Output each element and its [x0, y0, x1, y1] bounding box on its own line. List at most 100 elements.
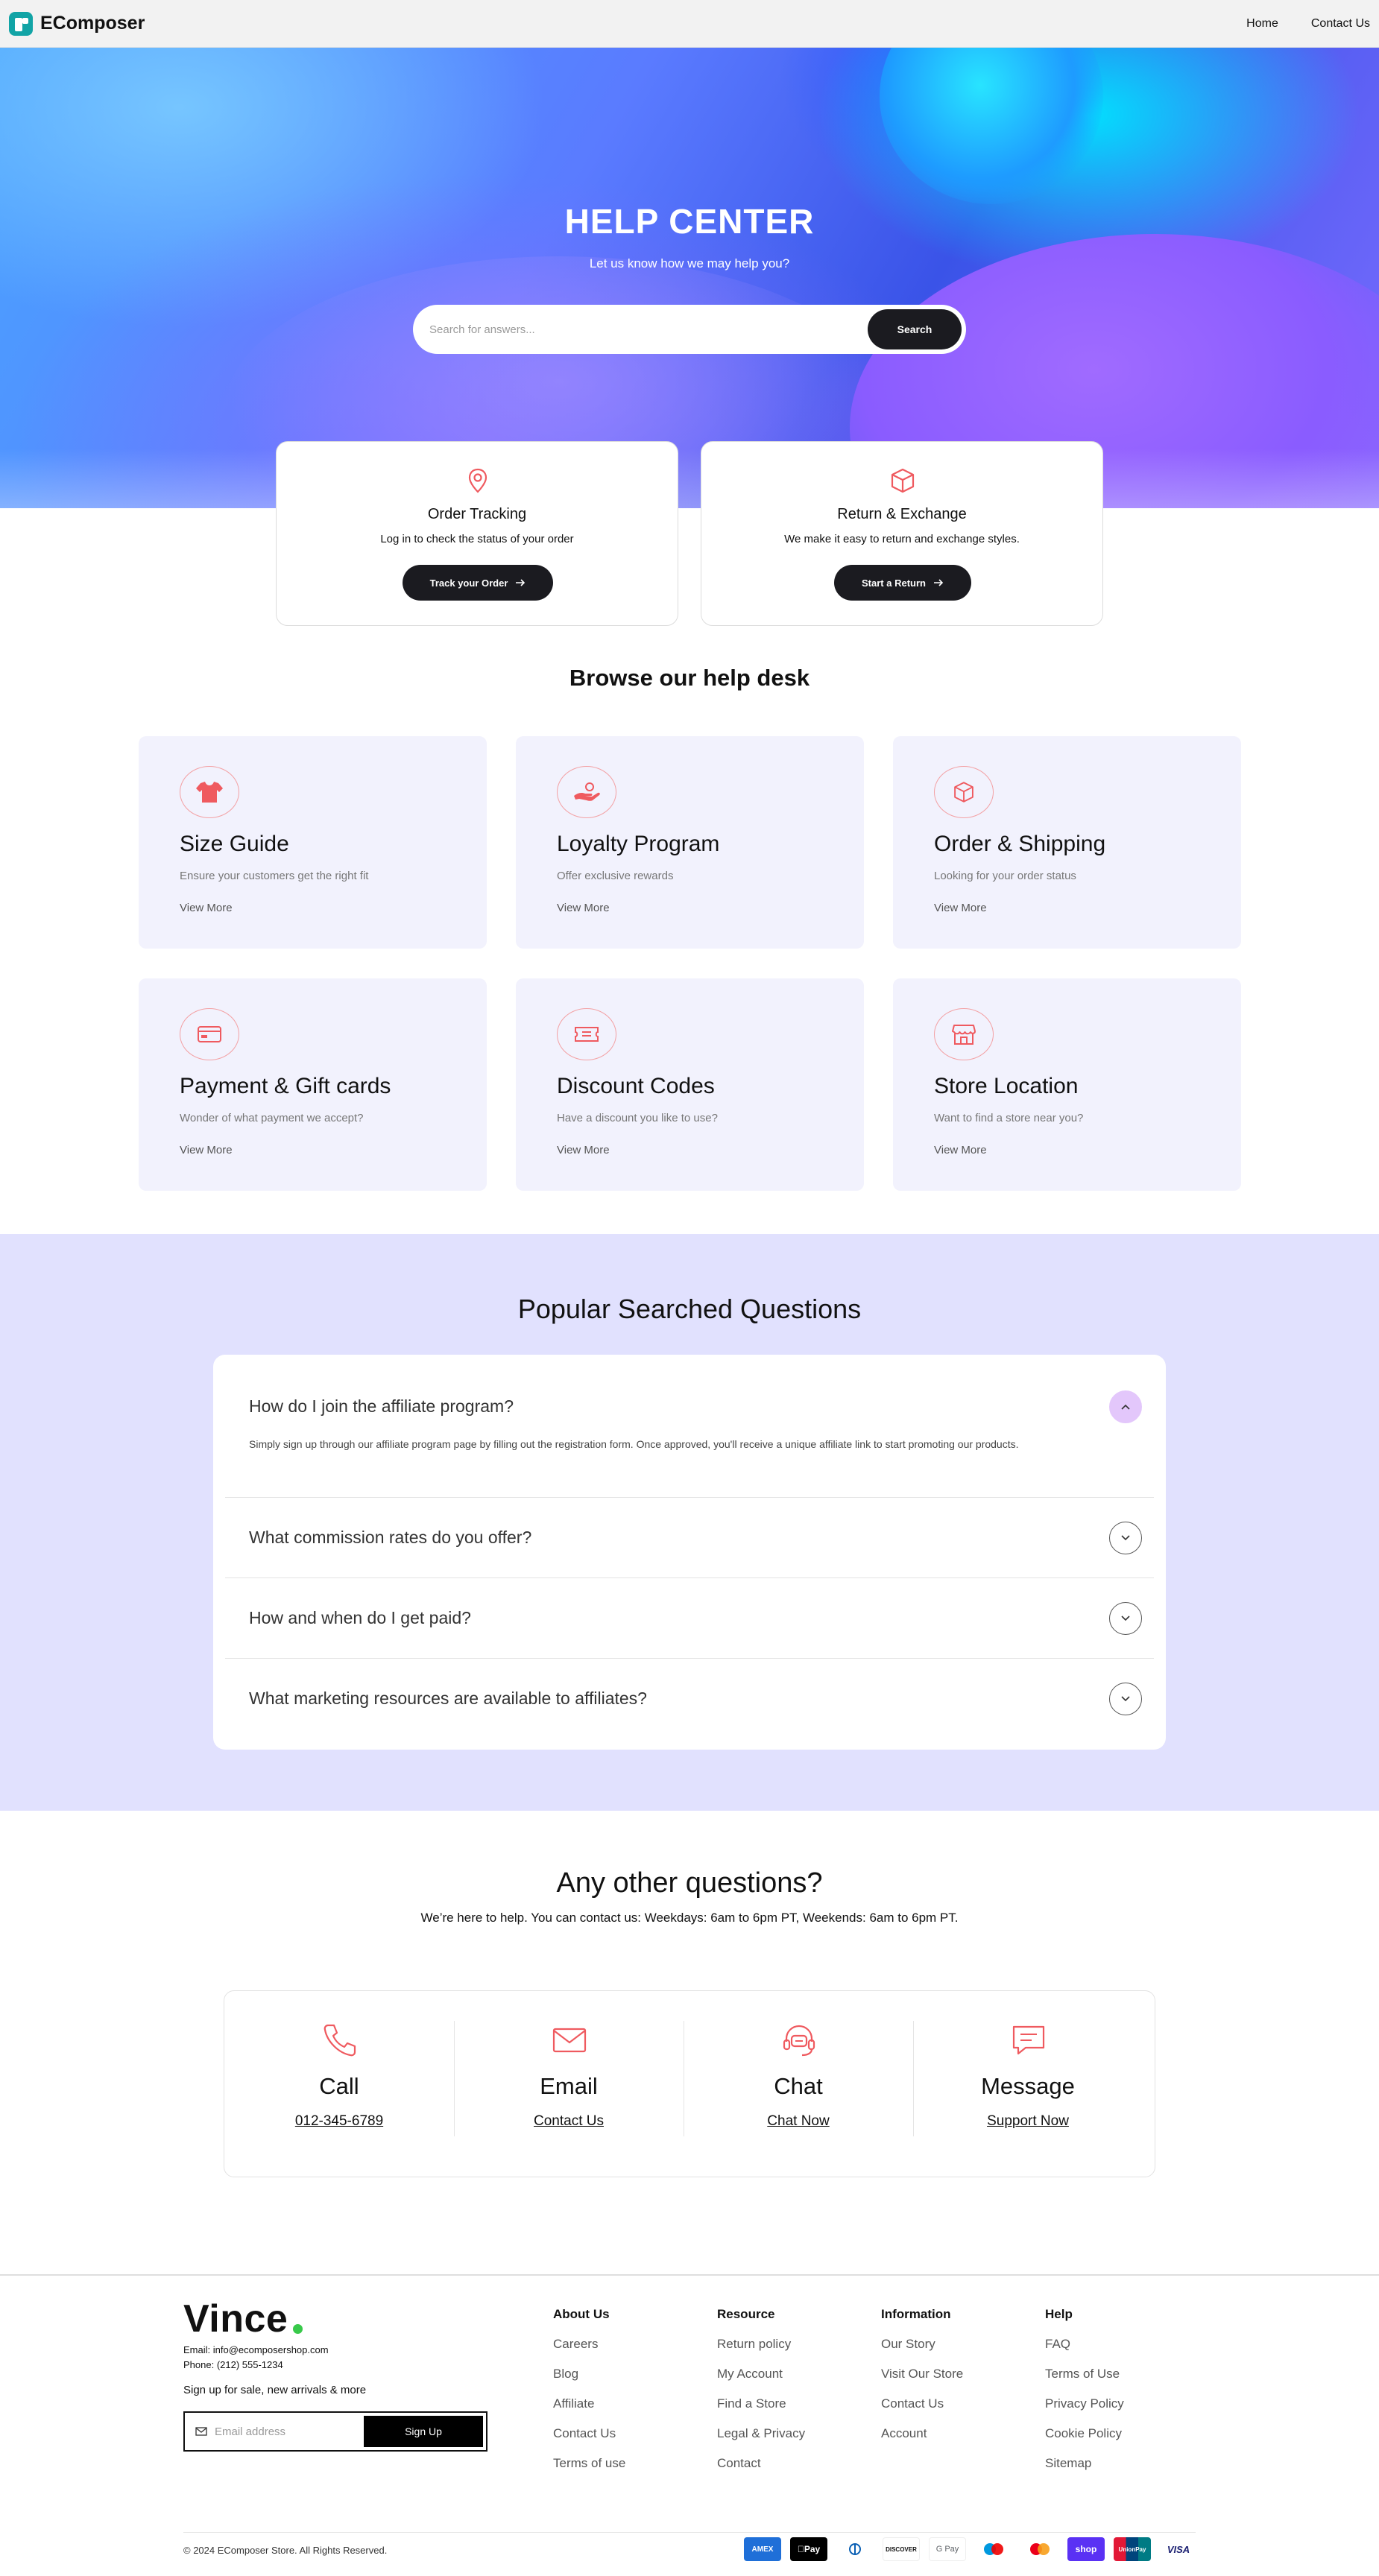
- faq-question[interactable]: What commission rates do you offer?: [249, 1528, 531, 1548]
- footer-link[interactable]: Privacy Policy: [1045, 2396, 1124, 2426]
- ticket-icon: [575, 1027, 599, 1042]
- footer-divider: [0, 2274, 1379, 2276]
- help-card-title: Store Location: [934, 1074, 1079, 1098]
- headset-icon: [783, 2025, 815, 2057]
- view-more-link[interactable]: View More: [180, 1144, 233, 1156]
- footer-link[interactable]: Terms of use: [553, 2456, 625, 2486]
- return-exchange-card: Return & Exchange We make it easy to ret…: [701, 441, 1103, 626]
- top-nav: Home Contact Us: [1246, 17, 1370, 31]
- visa-icon: VISA: [1160, 2537, 1197, 2561]
- return-exchange-title: Return & Exchange: [837, 506, 967, 522]
- faq-item[interactable]: How do I join the affiliate program? Sim…: [225, 1355, 1154, 1498]
- newsletter-email-input[interactable]: [215, 2425, 364, 2438]
- contact-message-title: Message: [981, 2073, 1075, 2099]
- footer-link[interactable]: Visit Our Store: [881, 2367, 963, 2396]
- footer-link[interactable]: Terms of Use: [1045, 2367, 1124, 2396]
- location-pin-icon: [468, 468, 487, 493]
- footer-link[interactable]: Cookie Policy: [1045, 2426, 1124, 2456]
- help-card-title: Size Guide: [180, 832, 289, 856]
- unionpay-icon: UnionPay: [1114, 2537, 1151, 2561]
- newsletter-form: Sign Up: [183, 2411, 487, 2452]
- footer-link[interactable]: Account: [881, 2426, 963, 2456]
- contact-title: Any other questions?: [556, 1867, 823, 1899]
- google-pay-icon: G Pay: [929, 2537, 966, 2561]
- footer-column-heading: Help: [1045, 2307, 1073, 2321]
- footer-link[interactable]: Contact: [717, 2456, 805, 2486]
- expand-toggle[interactable]: [1109, 1602, 1142, 1635]
- collapse-toggle[interactable]: [1109, 1390, 1142, 1423]
- footer-link[interactable]: Sitemap: [1045, 2456, 1124, 2486]
- footer-column-about: About Us Careers Blog Affiliate Contact …: [553, 2307, 625, 2486]
- expand-toggle[interactable]: [1109, 1683, 1142, 1715]
- hand-coin-icon: [574, 782, 600, 801]
- faq-question[interactable]: What marketing resources are available t…: [249, 1689, 647, 1709]
- footer-brand[interactable]: Vince: [183, 2297, 288, 2341]
- contact-options: Call 012-345-6789 Email Contact Us Chat …: [224, 1990, 1155, 2177]
- footer-link[interactable]: Contact Us: [553, 2426, 625, 2456]
- help-card-description: Want to find a store near you?: [934, 1112, 1084, 1124]
- browse-title: Browse our help desk: [569, 665, 810, 691]
- help-card-store-location[interactable]: Store Location Want to find a store near…: [893, 978, 1241, 1191]
- brand-name: EComposer: [40, 13, 145, 34]
- view-more-link[interactable]: View More: [557, 902, 610, 914]
- faq-item[interactable]: What commission rates do you offer?: [225, 1498, 1154, 1578]
- view-more-link[interactable]: View More: [934, 1144, 987, 1156]
- contact-chat-title: Chat: [774, 2073, 823, 2099]
- faq-question[interactable]: How and when do I get paid?: [249, 1608, 471, 1628]
- help-card-payment-gift-cards[interactable]: Payment & Gift cards Wonder of what paym…: [139, 978, 487, 1191]
- hero-banner: HELP CENTER Let us know how we may help …: [0, 48, 1379, 508]
- footer-link[interactable]: Return policy: [717, 2337, 805, 2367]
- contact-subtitle: We’re here to help. You can contact us: …: [420, 1911, 959, 1925]
- envelope-icon: [552, 2028, 587, 2053]
- track-order-label: Track your Order: [429, 577, 508, 589]
- signup-button[interactable]: Sign Up: [364, 2416, 483, 2447]
- contact-email: Email Contact Us: [454, 2021, 684, 2148]
- faq-item[interactable]: What marketing resources are available t…: [225, 1659, 1154, 1739]
- help-card-order-shipping[interactable]: Order & Shipping Looking for your order …: [893, 736, 1241, 949]
- maestro-icon: [975, 2537, 1012, 2561]
- help-card-discount-codes[interactable]: Discount Codes Have a discount you like …: [516, 978, 864, 1191]
- help-card-description: Ensure your customers get the right fit: [180, 870, 369, 882]
- order-tracking-description: Log in to check the status of your order: [380, 533, 574, 545]
- help-card-size-guide[interactable]: Size Guide Ensure your customers get the…: [139, 736, 487, 949]
- footer-phone: Phone: (212) 555-1234: [183, 2359, 283, 2370]
- faq-item[interactable]: How and when do I get paid?: [225, 1578, 1154, 1659]
- email-contact-link[interactable]: Contact Us: [454, 2113, 684, 2130]
- brand-logo-icon: [9, 11, 33, 36]
- footer-link[interactable]: Our Story: [881, 2337, 963, 2367]
- chat-now-link[interactable]: Chat Now: [684, 2113, 913, 2130]
- footer-link[interactable]: FAQ: [1045, 2337, 1124, 2367]
- help-card-loyalty-program[interactable]: Loyalty Program Offer exclusive rewards …: [516, 736, 864, 949]
- nav-home[interactable]: Home: [1246, 17, 1278, 31]
- footer-link[interactable]: Blog: [553, 2367, 625, 2396]
- mastercard-icon: [1021, 2537, 1058, 2561]
- support-now-link[interactable]: Support Now: [913, 2113, 1143, 2130]
- footer-link[interactable]: Careers: [553, 2337, 625, 2367]
- expand-toggle[interactable]: [1109, 1522, 1142, 1554]
- brand[interactable]: EComposer: [9, 11, 145, 36]
- footer-link[interactable]: Affiliate: [553, 2396, 625, 2426]
- track-order-button[interactable]: Track your Order: [403, 565, 553, 601]
- search-input[interactable]: [429, 323, 868, 336]
- footer-link[interactable]: Legal & Privacy: [717, 2426, 805, 2456]
- footer-link[interactable]: Contact Us: [881, 2396, 963, 2426]
- amex-icon: AMEX: [744, 2537, 781, 2561]
- contact-email-title: Email: [540, 2073, 598, 2099]
- copyright: © 2024 EComposer Store. All Rights Reser…: [183, 2545, 388, 2556]
- footer-column-information: Information Our Story Visit Our Store Co…: [881, 2307, 963, 2456]
- footer-link[interactable]: My Account: [717, 2367, 805, 2396]
- faq-title: Popular Searched Questions: [517, 1294, 862, 1324]
- footer-column-heading: Information: [881, 2307, 951, 2321]
- nav-contact-us[interactable]: Contact Us: [1311, 17, 1370, 31]
- start-return-button[interactable]: Start a Return: [834, 565, 971, 601]
- view-more-link[interactable]: View More: [557, 1144, 610, 1156]
- view-more-link[interactable]: View More: [934, 902, 987, 914]
- payment-methods: AMEX Pay DISCOVER G Pay shop UnionPay V…: [744, 2537, 1197, 2561]
- search-button[interactable]: Search: [868, 309, 962, 349]
- apple-pay-icon: Pay: [790, 2537, 827, 2561]
- view-more-link[interactable]: View More: [180, 902, 233, 914]
- faq-question[interactable]: How do I join the affiliate program?: [249, 1396, 514, 1417]
- phone-number-link[interactable]: 012-345-6789: [224, 2113, 454, 2130]
- footer-link[interactable]: Find a Store: [717, 2396, 805, 2426]
- credit-card-icon: [198, 1026, 221, 1042]
